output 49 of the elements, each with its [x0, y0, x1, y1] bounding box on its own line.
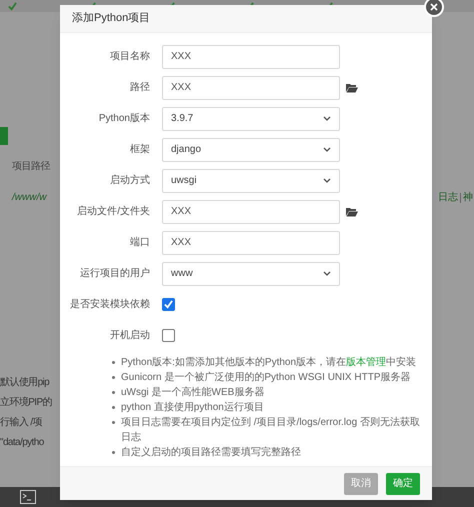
bullet-icon: [112, 376, 115, 379]
close-button[interactable]: [424, 0, 444, 17]
text-field[interactable]: XXX: [162, 76, 340, 100]
hint-text: 行输入 /项: [0, 416, 42, 430]
select-field[interactable]: www: [162, 262, 340, 286]
bullet-icon: [112, 451, 115, 454]
field-label: 启动文件/文件夹: [76, 204, 151, 219]
note-text: 自定义启动的项目路径需要填写完整路径: [121, 446, 301, 460]
hint-text: "data/pytho: [0, 436, 44, 450]
note-text: uWsgi 是一个高性能WEB服务器: [121, 386, 264, 400]
select-field[interactable]: 3.9.7: [162, 106, 340, 130]
terminal-icon[interactable]: [20, 490, 36, 504]
note-text: 项目日志需要在项目内定位到 /项目目录/logs/error.log 否则无法获取日志: [121, 416, 421, 445]
text-field[interactable]: XXX: [162, 200, 340, 224]
checkbox[interactable]: [162, 298, 175, 311]
select-field[interactable]: django: [162, 138, 340, 162]
field-label: 路径: [129, 81, 151, 95]
field-label: 框架: [129, 142, 151, 157]
project-path: /www/w: [12, 191, 46, 205]
check-icon: [8, 2, 17, 10]
chevron-down-icon: [323, 271, 331, 276]
field-label: Python版本: [98, 112, 151, 126]
hint-text: 立环境PIP的: [0, 396, 52, 410]
note-text: Gunicorn 是一个被广泛使用的的Python WSGI UNIX HTTP服务器: [121, 370, 410, 385]
field-label: 项目名称: [109, 50, 151, 64]
close-icon: [430, 3, 438, 11]
chevron-down-icon: [323, 178, 331, 183]
bullet-icon: [112, 406, 115, 409]
dialog-title: 添加Python项目: [72, 11, 150, 26]
field-label: 运行项目的用户: [79, 266, 151, 281]
bullet-icon: [112, 361, 115, 364]
note-text: Python版本:如需添加其他版本的Python版本，请在版本管理中安装: [121, 356, 416, 370]
bullet-icon: [112, 391, 115, 394]
folder-icon[interactable]: [346, 82, 358, 92]
column-header: 项目路径: [12, 160, 52, 174]
text-field[interactable]: XXX: [162, 44, 340, 68]
field-label: 端口: [129, 236, 151, 250]
select-field[interactable]: uwsgi: [162, 168, 340, 192]
field-label: 启动方式: [109, 174, 151, 188]
field-label: 开机启动: [109, 328, 151, 343]
bullet-icon: [112, 421, 115, 424]
field-label: 是否安装模块依赖: [69, 298, 151, 312]
chevron-down-icon: [323, 116, 331, 121]
chevron-down-icon: [323, 147, 331, 152]
folder-icon[interactable]: [346, 206, 358, 216]
text-field[interactable]: XXX: [162, 230, 340, 254]
hint-text: 默认使用pip: [0, 376, 50, 390]
note-text: python 直接使用python运行项目: [121, 400, 264, 415]
checkbox[interactable]: [162, 329, 175, 342]
